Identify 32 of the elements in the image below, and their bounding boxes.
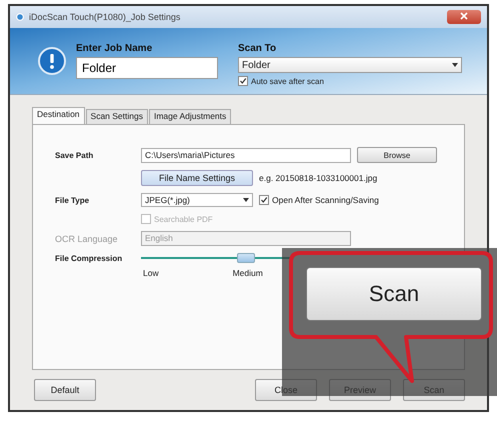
scan-button[interactable]: Scan — [306, 267, 482, 321]
field-label: Scan To — [238, 43, 278, 54]
checkbox-label: Searchable PDF — [154, 214, 213, 224]
field-label: Save Path — [55, 150, 94, 160]
tab[interactable]: Destination — [32, 107, 85, 124]
caret-icon — [243, 198, 249, 202]
save-path-field[interactable]: C:\Users\maria\Pictures — [141, 148, 351, 162]
checkbox[interactable] — [238, 76, 248, 86]
file-type-dropdown[interactable]: JPEG(*.jpg) — [141, 193, 253, 207]
window-title: iDocScan Touch(P1080)_Job Settings — [29, 12, 180, 22]
field-label: Enter Job Name — [76, 42, 154, 54]
field-label: File Type — [55, 196, 90, 204]
tick-label: Low — [143, 268, 159, 278]
example-text: e.g. 20150818-1033100001.jpg — [259, 173, 378, 183]
scan-to-dropdown[interactable]: Folder — [238, 57, 462, 74]
field-label: OCR Language — [55, 234, 119, 244]
checkbox-label: Auto save after scan — [251, 76, 324, 86]
tab[interactable]: Scan Settings — [86, 109, 148, 124]
caret-icon — [452, 63, 458, 68]
info-icon — [38, 46, 66, 75]
tick-label: Medium — [232, 268, 263, 278]
job-name-field[interactable]: Folder — [76, 56, 218, 79]
checkbox[interactable] — [259, 195, 269, 205]
checkbox-label: Open After Scanning/Saving — [272, 195, 379, 205]
tab[interactable]: Image Adjustments — [148, 109, 232, 124]
dialog-button[interactable]: Default — [34, 379, 96, 401]
browse-button[interactable]: Browse — [357, 147, 437, 163]
field-label: File Compression — [55, 254, 124, 262]
app-icon — [16, 12, 24, 21]
slider-thumb[interactable] — [237, 253, 255, 263]
close-icon[interactable] — [447, 10, 481, 24]
file-name-settings-button[interactable]: File Name Settings — [141, 170, 253, 186]
